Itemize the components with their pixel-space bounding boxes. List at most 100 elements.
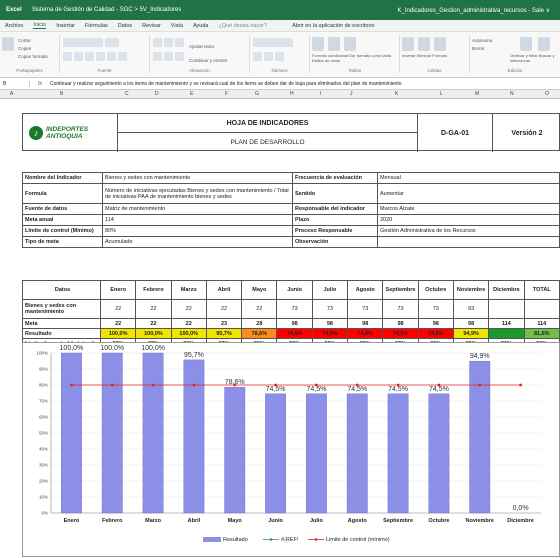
month-header[interactable]: Diciembre xyxy=(488,280,525,300)
table-cell[interactable]: 98 xyxy=(417,318,454,329)
col-header[interactable]: F xyxy=(225,91,228,97)
month-header[interactable]: Junio xyxy=(276,280,313,300)
name-box[interactable]: B xyxy=(0,80,30,87)
fx-icon[interactable]: fx xyxy=(30,81,50,87)
col-header[interactable]: H xyxy=(290,91,294,97)
format-painter-button[interactable]: Copiar formato xyxy=(18,53,48,61)
table-cell[interactable]: 73 xyxy=(311,299,349,319)
info-key[interactable]: Sentido xyxy=(292,183,378,204)
col-header[interactable]: M xyxy=(475,91,479,97)
table-cell[interactable]: 73 xyxy=(347,299,384,319)
info-value[interactable]: 114 xyxy=(102,214,293,226)
info-value[interactable]: Matriz de mantenimiento xyxy=(102,203,293,215)
row-label[interactable]: Resultado xyxy=(22,328,101,339)
row-label[interactable]: Meta xyxy=(22,318,101,329)
table-cell[interactable]: 100,0% xyxy=(170,328,207,339)
format-as-table-button[interactable]: Dar formato como tabla xyxy=(349,53,391,58)
month-header[interactable]: TOTAL xyxy=(523,280,560,300)
table-cell[interactable]: 74,5% xyxy=(417,328,454,339)
info-key[interactable]: Límite de control (Mínimo) xyxy=(22,225,103,237)
col-header[interactable]: J xyxy=(350,91,353,97)
month-header[interactable]: Julio xyxy=(311,280,349,300)
percent-icon[interactable] xyxy=(264,52,273,61)
info-value[interactable]: Aumentar xyxy=(377,183,560,204)
info-key[interactable]: Frecuencia de evaluación xyxy=(292,172,378,184)
font-size-select[interactable] xyxy=(105,38,119,47)
table-cell[interactable]: 98 xyxy=(276,318,313,329)
align-top-icon[interactable] xyxy=(153,38,162,47)
info-value[interactable]: Bienes y sedes con mantenimiento xyxy=(102,172,293,184)
menu-archivo[interactable]: Archivo xyxy=(5,23,23,29)
info-value[interactable]: Marcos Alzate xyxy=(377,203,560,215)
table-cell[interactable]: 98 xyxy=(347,318,384,329)
info-key[interactable]: Plazo xyxy=(292,214,378,226)
col-header[interactable]: E xyxy=(190,91,193,97)
table-cell[interactable]: 74,5% xyxy=(311,328,349,339)
col-header[interactable]: B xyxy=(60,91,63,97)
align-center-icon[interactable] xyxy=(164,52,173,61)
menu-revisar[interactable]: Revisar xyxy=(142,23,161,29)
month-header[interactable]: Agosto xyxy=(347,280,384,300)
table-cell[interactable] xyxy=(488,328,525,339)
merge-center-button[interactable]: Combinar y centrar xyxy=(189,58,227,63)
menu-datos[interactable]: Datos xyxy=(118,23,132,29)
fill-color-icon[interactable] xyxy=(107,52,116,61)
table-cell[interactable]: 74,5% xyxy=(382,328,419,339)
table-cell[interactable]: 22 xyxy=(170,299,207,319)
menu-vista[interactable]: Vista xyxy=(171,23,183,29)
insert-button[interactable]: Insertar xyxy=(402,53,416,58)
formula-input[interactable]: Continuar y realizar seguimiento a los i… xyxy=(50,81,402,87)
border-icon[interactable] xyxy=(96,52,105,61)
col-header[interactable]: N xyxy=(510,91,514,97)
comma-icon[interactable] xyxy=(275,52,284,61)
align-right-icon[interactable] xyxy=(175,52,184,61)
format-as-table-icon[interactable] xyxy=(328,37,340,51)
month-header[interactable]: Febrero xyxy=(135,280,172,300)
results-chart[interactable]: 0% 10% 20% 30% 40% 50% 60% 70% 80% 90% 100% 100,0% E… xyxy=(22,342,560,557)
table-cell[interactable]: 78,6% xyxy=(241,328,278,339)
month-header[interactable]: Datos xyxy=(22,280,101,300)
table-cell[interactable]: 22 xyxy=(205,299,243,319)
table-cell[interactable]: 93 xyxy=(452,299,490,319)
col-header[interactable]: D xyxy=(155,91,159,97)
info-key[interactable]: Responsable del indicador xyxy=(292,203,378,215)
clear-button[interactable]: Borrar xyxy=(472,45,492,53)
sort-filter-icon[interactable] xyxy=(520,37,532,51)
table-cell[interactable]: 22 xyxy=(99,299,137,319)
month-header[interactable]: Enero xyxy=(99,280,137,300)
table-cell[interactable]: 22 xyxy=(170,318,207,329)
info-value[interactable]: Acumulado xyxy=(102,236,293,248)
format-cells-icon[interactable] xyxy=(434,37,446,51)
italic-icon[interactable] xyxy=(74,52,83,61)
delete-button[interactable]: Eliminar xyxy=(417,53,431,58)
number-format-select[interactable] xyxy=(253,38,293,47)
info-key[interactable]: Observación xyxy=(292,236,378,248)
table-cell[interactable]: 95,7% xyxy=(205,328,243,339)
align-bottom-icon[interactable] xyxy=(175,38,184,47)
col-header[interactable]: A xyxy=(10,91,13,97)
wrap-text-button[interactable]: Ajustar texto xyxy=(189,44,214,49)
table-cell[interactable]: 74,5% xyxy=(276,328,313,339)
info-key[interactable]: Nombre del Indicador xyxy=(22,172,103,184)
info-value[interactable] xyxy=(377,236,560,248)
conditional-format-icon[interactable] xyxy=(312,37,324,51)
col-header[interactable]: I xyxy=(320,91,321,97)
cell-styles-button[interactable]: Estilos de celda xyxy=(312,58,340,63)
table-cell[interactable]: 98 xyxy=(311,318,349,329)
table-cell[interactable]: 74,5% xyxy=(347,328,384,339)
align-middle-icon[interactable] xyxy=(164,38,173,47)
info-value[interactable]: Gestión Administrativa de los Recursos xyxy=(377,225,560,237)
row-label[interactable]: Bienes y sedes con mantenimiento xyxy=(22,299,101,319)
table-cell[interactable]: 22 xyxy=(241,299,278,319)
table-cell[interactable]: 73 xyxy=(382,299,419,319)
insert-cells-icon[interactable] xyxy=(402,37,414,51)
currency-icon[interactable] xyxy=(253,52,262,61)
info-key[interactable]: Meta anual xyxy=(22,214,103,226)
file-name[interactable]: K_Indicadores_Gestion_administrativa_rec… xyxy=(398,7,550,14)
bold-icon[interactable] xyxy=(63,52,72,61)
table-cell[interactable] xyxy=(523,299,560,319)
month-header[interactable]: Abril xyxy=(205,280,243,300)
table-cell[interactable] xyxy=(488,299,525,319)
month-header[interactable]: Septiembre xyxy=(382,280,419,300)
align-left-icon[interactable] xyxy=(153,52,162,61)
